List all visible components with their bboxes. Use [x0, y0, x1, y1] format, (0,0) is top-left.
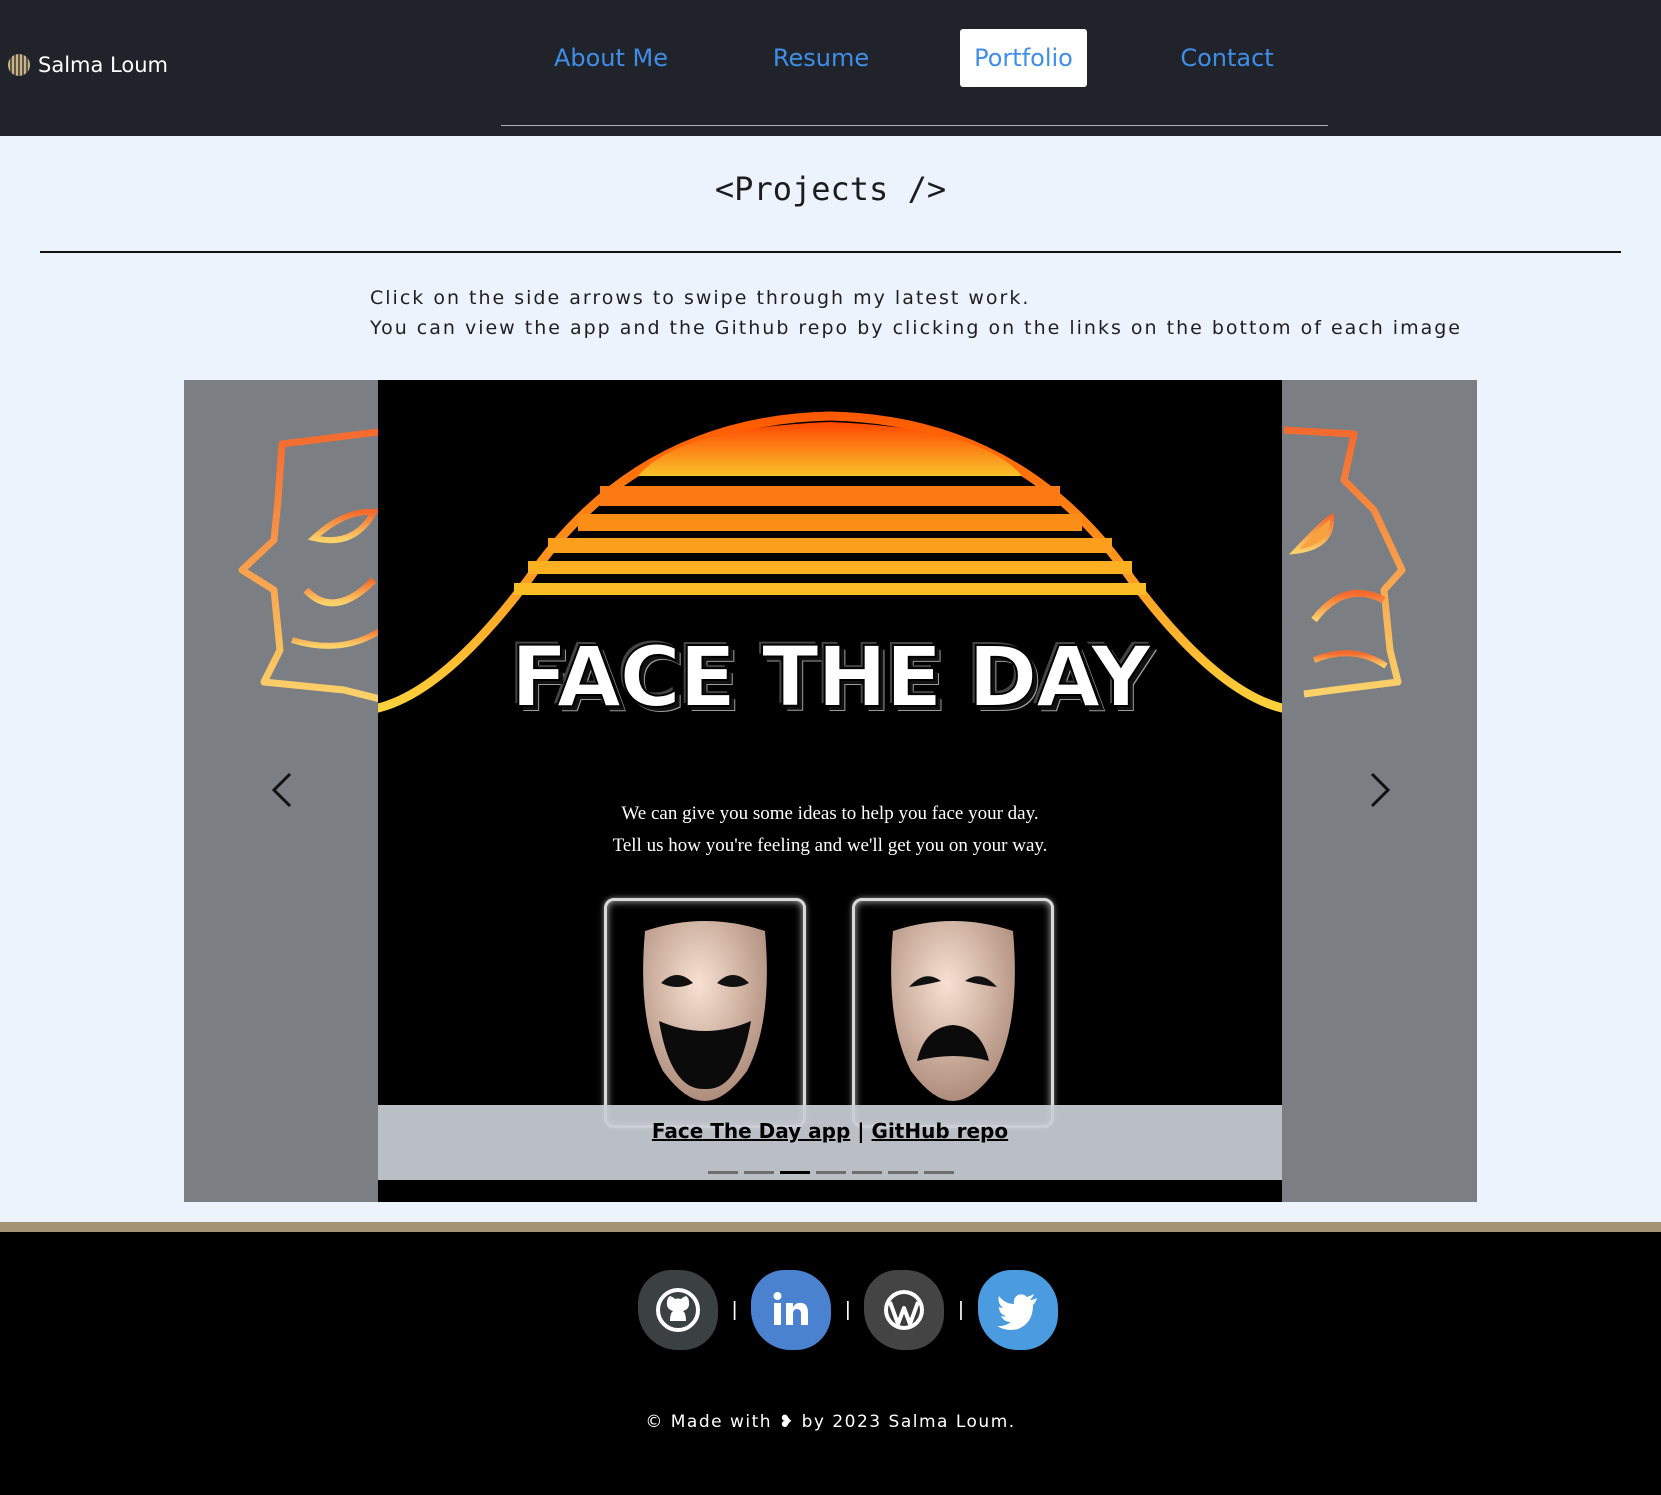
- nav-underline: [501, 125, 1328, 126]
- intro-line-2: You can view the app and the Github repo…: [370, 317, 1462, 339]
- slide-tagline: We can give you some ideas to help you f…: [378, 798, 1282, 862]
- carousel-indicator[interactable]: [816, 1171, 846, 1174]
- slide-caption: Face The Day app | GitHub repo: [378, 1105, 1282, 1180]
- intro-line-1: Click on the side arrows to swipe throug…: [370, 287, 1031, 309]
- nav-link-contact[interactable]: Contact: [1175, 29, 1279, 87]
- social-separator: |: [732, 1298, 738, 1321]
- wordpress-icon[interactable]: [864, 1270, 945, 1350]
- social-separator: |: [958, 1298, 964, 1321]
- carousel-indicator[interactable]: [852, 1171, 882, 1174]
- slide-title: FACE THE DAY: [510, 627, 1153, 727]
- carousel-indicator[interactable]: [780, 1171, 810, 1174]
- footer-border: [0, 1222, 1661, 1232]
- navbar: Salma Loum About Me Resume Portfolio Con…: [0, 0, 1661, 136]
- brand-name: Salma Loum: [38, 53, 168, 77]
- copyright: © Made with ❥ by 2023 Salma Loum.: [645, 1412, 1016, 1432]
- happy-mask-card[interactable]: [604, 898, 806, 1128]
- carousel-indicator[interactable]: [708, 1171, 738, 1174]
- caption-links: Face The Day app | GitHub repo: [378, 1119, 1282, 1143]
- carousel-next-arrow-icon[interactable]: [1360, 770, 1400, 810]
- nav-link-about-me[interactable]: About Me: [548, 29, 674, 87]
- tagline-line-1: We can give you some ideas to help you f…: [621, 803, 1039, 824]
- footer: | | | © Made with ❥ by 2023 Salma Loum.: [0, 1232, 1661, 1495]
- caption-separator: |: [857, 1119, 865, 1143]
- brand-logo-icon: [8, 54, 30, 76]
- brand[interactable]: Salma Loum: [8, 50, 168, 80]
- nav-link-resume[interactable]: Resume: [762, 29, 880, 87]
- social-separator: |: [845, 1298, 851, 1321]
- repo-link[interactable]: GitHub repo: [872, 1119, 1009, 1143]
- project-carousel: FACE THE DAY We can give you some ideas …: [184, 380, 1477, 1202]
- tagline-line-2: Tell us how you're feeling and we'll get…: [612, 835, 1048, 856]
- carousel-indicator[interactable]: [888, 1171, 918, 1174]
- projects-title: <Projects />: [714, 170, 947, 208]
- linkedin-icon[interactable]: [751, 1270, 832, 1350]
- carousel-slide: FACE THE DAY We can give you some ideas …: [378, 380, 1282, 1202]
- carousel-prev-arrow-icon[interactable]: [262, 770, 302, 810]
- tragedy-mask-outline-icon: [1283, 426, 1406, 698]
- carousel-indicator[interactable]: [744, 1171, 774, 1174]
- section-divider: [40, 251, 1621, 253]
- carousel-indicators: [708, 1171, 954, 1174]
- happy-mask-icon: [643, 921, 767, 1101]
- carousel-indicator[interactable]: [924, 1171, 954, 1174]
- social-links: | | |: [638, 1270, 1058, 1350]
- github-icon[interactable]: [638, 1270, 718, 1350]
- twitter-icon[interactable]: [977, 1270, 1058, 1350]
- projects-intro: Click on the side arrows to swipe throug…: [370, 283, 1462, 343]
- sad-mask-icon: [891, 921, 1015, 1101]
- sad-mask-card[interactable]: [852, 898, 1054, 1128]
- app-link[interactable]: Face The Day app: [652, 1119, 850, 1143]
- nav-link-portfolio[interactable]: Portfolio: [960, 29, 1087, 87]
